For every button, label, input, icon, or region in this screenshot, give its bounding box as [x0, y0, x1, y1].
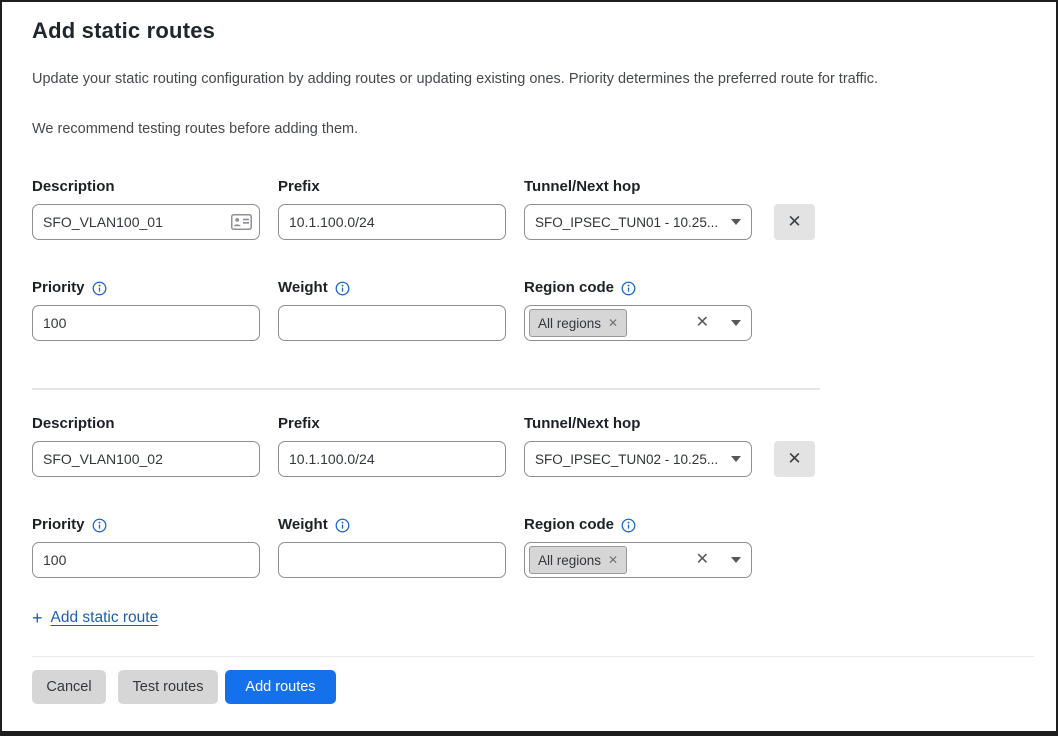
intro-text-2: We recommend testing routes before addin… — [32, 119, 1034, 139]
field-tunnel-2: Tunnel/Next hop SFO_IPSEC_TUN02 - 10.25.… — [524, 414, 752, 477]
weight-input-1[interactable] — [278, 305, 506, 341]
route-section-1: Description — [32, 177, 844, 341]
footer-divider — [32, 656, 1034, 657]
plus-icon: + — [32, 609, 43, 627]
priority-label: Priority — [32, 278, 85, 298]
add-static-route-label: Add static route — [51, 609, 159, 627]
autofill-contact-card-icon[interactable] — [231, 214, 252, 230]
add-static-route-link[interactable]: + Add static route — [32, 609, 158, 627]
field-prefix-1: Prefix — [278, 177, 506, 240]
chevron-down-icon — [731, 456, 741, 462]
region-multiselect-2[interactable]: All regions ✕ ✕ — [524, 542, 752, 578]
clear-selection-icon[interactable]: ✕ — [696, 552, 709, 568]
field-region-2: Region code All regions ✕ ✕ — [524, 515, 752, 578]
region-label: Region code — [524, 515, 614, 535]
tag-remove-icon[interactable]: ✕ — [608, 554, 618, 566]
add-static-routes-dialog: Add static routes /* placeholder removed… — [0, 0, 1058, 736]
prefix-label: Prefix — [278, 177, 320, 197]
field-priority-2: Priority — [32, 515, 260, 578]
info-icon[interactable] — [621, 281, 636, 296]
clear-selection-icon[interactable]: ✕ — [696, 315, 709, 331]
region-label: Region code — [524, 278, 614, 298]
field-prefix-2: Prefix — [278, 414, 506, 477]
field-tunnel-1: Tunnel/Next hop SFO_IPSEC_TUN01 - 10.25.… — [524, 177, 752, 240]
description-label: Description — [32, 414, 115, 434]
prefix-input-1[interactable] — [278, 204, 506, 240]
remove-route-button-1[interactable]: ✕ — [774, 204, 815, 240]
section-divider — [32, 388, 820, 390]
field-weight-1: Weight — [278, 278, 506, 341]
add-routes-button[interactable]: Add routes — [225, 670, 336, 704]
description-input-1[interactable] — [32, 204, 260, 240]
tag-remove-icon[interactable]: ✕ — [608, 317, 618, 329]
tunnel-select-2[interactable]: SFO_IPSEC_TUN02 - 10.25... — [524, 441, 752, 477]
cancel-button[interactable]: Cancel — [32, 670, 106, 704]
description-input-2[interactable] — [32, 441, 260, 477]
field-region-1: Region code All regions ✕ ✕ — [524, 278, 752, 341]
region-tag-label: All regions — [538, 553, 601, 568]
priority-input-1[interactable] — [32, 305, 260, 341]
info-icon[interactable] — [335, 281, 350, 296]
info-icon[interactable] — [621, 518, 636, 533]
tunnel-label: Tunnel/Next hop — [524, 177, 640, 197]
tunnel-select-1[interactable]: SFO_IPSEC_TUN01 - 10.25... — [524, 204, 752, 240]
weight-label: Weight — [278, 278, 328, 298]
routes-form: Description — [32, 177, 844, 627]
chevron-down-icon — [731, 219, 741, 225]
region-tag: All regions ✕ — [529, 546, 627, 574]
route-section-2: Description Prefix Tunnel/Next hop SFO_I — [32, 414, 844, 578]
intro-text: Update your static routing configuration… — [32, 69, 1034, 89]
chevron-down-icon — [731, 320, 741, 326]
prefix-label: Prefix — [278, 414, 320, 434]
info-icon[interactable] — [92, 281, 107, 296]
tunnel-selected-value: SFO_IPSEC_TUN02 - 10.25... — [535, 452, 725, 467]
field-weight-2: Weight — [278, 515, 506, 578]
field-description-1: Description — [32, 177, 260, 240]
weight-label: Weight — [278, 515, 328, 535]
region-tag-label: All regions — [538, 316, 601, 331]
remove-route-button-2[interactable]: ✕ — [774, 441, 815, 477]
test-routes-button[interactable]: Test routes — [118, 670, 218, 704]
dialog-footer: Cancel Test routes Add routes — [32, 656, 1034, 731]
region-multiselect-1[interactable]: All regions ✕ ✕ — [524, 305, 752, 341]
weight-input-2[interactable] — [278, 542, 506, 578]
priority-input-2[interactable] — [32, 542, 260, 578]
chevron-down-icon — [731, 557, 741, 563]
info-icon[interactable] — [335, 518, 350, 533]
prefix-input-2[interactable] — [278, 441, 506, 477]
tunnel-label: Tunnel/Next hop — [524, 414, 640, 434]
field-priority-1: Priority — [32, 278, 260, 341]
page-title: Add static routes — [32, 17, 1034, 45]
field-description-2: Description — [32, 414, 260, 477]
region-tag: All regions ✕ — [529, 309, 627, 337]
priority-label: Priority — [32, 515, 85, 535]
tunnel-selected-value: SFO_IPSEC_TUN01 - 10.25... — [535, 215, 725, 230]
info-icon[interactable] — [92, 518, 107, 533]
description-label: Description — [32, 177, 115, 197]
